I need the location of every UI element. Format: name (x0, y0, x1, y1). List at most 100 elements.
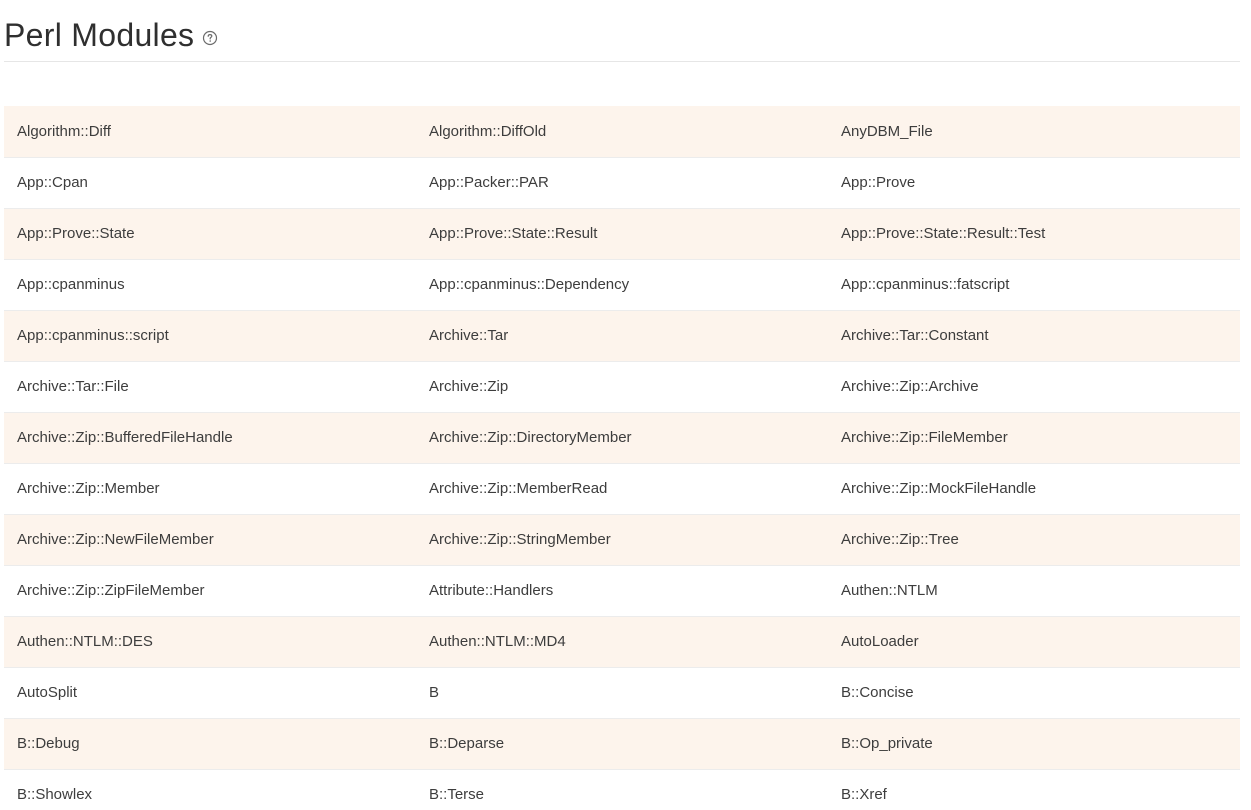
module-link[interactable]: Archive::Zip::Member (17, 480, 160, 497)
module-link[interactable]: Archive::Tar::Constant (841, 327, 989, 344)
table-row: Archive::Zip::NewFileMember Archive::Zip… (4, 514, 1240, 566)
module-cell: B::Xref (828, 769, 1240, 810)
module-cell: Archive::Tar::File (4, 361, 416, 413)
module-cell: Archive::Zip::DirectoryMember (416, 412, 828, 464)
module-link[interactable]: B::Xref (841, 786, 887, 803)
module-cell: Authen::NTLM::DES (4, 616, 416, 668)
table-row: Archive::Zip::Member Archive::Zip::Membe… (4, 463, 1240, 515)
module-cell: B::Debug (4, 718, 416, 770)
module-link[interactable]: App::Prove::State::Result::Test (841, 225, 1045, 242)
module-cell: AutoLoader (828, 616, 1240, 668)
module-cell: B (416, 667, 828, 719)
module-cell: B::Terse (416, 769, 828, 810)
module-link[interactable]: B::Debug (17, 735, 80, 752)
module-link[interactable]: App::cpanminus::fatscript (841, 276, 1009, 293)
header-divider (4, 61, 1240, 62)
module-link[interactable]: AutoLoader (841, 633, 919, 650)
module-cell: App::Prove (828, 157, 1240, 209)
module-cell: Archive::Zip::MockFileHandle (828, 463, 1240, 515)
module-cell: Archive::Zip::NewFileMember (4, 514, 416, 566)
perl-modules-page: Perl Modules Algorithm::Diff Algorithm::… (0, 0, 1251, 810)
module-link[interactable]: B::Op_private (841, 735, 933, 752)
module-cell: Archive::Zip::FileMember (828, 412, 1240, 464)
module-link[interactable]: Authen::NTLM::MD4 (429, 633, 566, 650)
table-row: App::cpanminus App::cpanminus::Dependenc… (4, 259, 1240, 311)
module-cell: Archive::Zip (416, 361, 828, 413)
module-link[interactable]: Archive::Zip::DirectoryMember (429, 429, 632, 446)
module-link[interactable]: App::Prove::State (17, 225, 135, 242)
module-cell: Authen::NTLM (828, 565, 1240, 617)
module-link[interactable]: Archive::Zip::FileMember (841, 429, 1008, 446)
module-cell: Authen::NTLM::MD4 (416, 616, 828, 668)
module-link[interactable]: Archive::Zip::ZipFileMember (17, 582, 205, 599)
module-link[interactable]: Archive::Tar::File (17, 378, 129, 395)
module-cell: App::Prove::State::Result (416, 208, 828, 260)
module-link[interactable]: Archive::Zip::NewFileMember (17, 531, 214, 548)
table-row: App::Prove::State App::Prove::State::Res… (4, 208, 1240, 260)
module-link[interactable]: App::cpanminus::Dependency (429, 276, 629, 293)
module-link[interactable]: App::Cpan (17, 174, 88, 191)
module-link[interactable]: B (429, 684, 439, 701)
module-link[interactable]: App::Packer::PAR (429, 174, 549, 191)
module-cell: Algorithm::DiffOld (416, 106, 828, 158)
module-link[interactable]: Archive::Tar (429, 327, 508, 344)
module-cell: B::Deparse (416, 718, 828, 770)
table-row: Authen::NTLM::DES Authen::NTLM::MD4 Auto… (4, 616, 1240, 668)
module-link[interactable]: Archive::Zip::MockFileHandle (841, 480, 1036, 497)
module-link[interactable]: Attribute::Handlers (429, 582, 553, 599)
module-link[interactable]: Algorithm::DiffOld (429, 123, 546, 140)
module-link[interactable]: Archive::Zip::StringMember (429, 531, 611, 548)
page-header: Perl Modules (4, 14, 218, 56)
module-cell: App::cpanminus::Dependency (416, 259, 828, 311)
module-link[interactable]: Algorithm::Diff (17, 123, 111, 140)
module-cell: Archive::Tar::Constant (828, 310, 1240, 362)
module-link[interactable]: Archive::Zip::Tree (841, 531, 959, 548)
module-cell: App::Prove::State (4, 208, 416, 260)
module-cell: Archive::Tar (416, 310, 828, 362)
module-link[interactable]: B::Deparse (429, 735, 504, 752)
module-link[interactable]: AnyDBM_File (841, 123, 933, 140)
table-row: Archive::Tar::File Archive::Zip Archive:… (4, 361, 1240, 413)
module-cell: Archive::Zip::Tree (828, 514, 1240, 566)
module-link[interactable]: App::Prove::State::Result (429, 225, 597, 242)
module-link[interactable]: Archive::Zip::BufferedFileHandle (17, 429, 233, 446)
module-cell: Archive::Zip::MemberRead (416, 463, 828, 515)
module-cell: Archive::Zip::ZipFileMember (4, 565, 416, 617)
module-cell: Archive::Zip::StringMember (416, 514, 828, 566)
module-cell: App::cpanminus::script (4, 310, 416, 362)
module-link[interactable]: Authen::NTLM::DES (17, 633, 153, 650)
module-link[interactable]: App::cpanminus (17, 276, 125, 293)
module-link[interactable]: Authen::NTLM (841, 582, 938, 599)
module-cell: AutoSplit (4, 667, 416, 719)
module-cell: App::Packer::PAR (416, 157, 828, 209)
module-link[interactable]: B::Concise (841, 684, 914, 701)
module-cell: App::Cpan (4, 157, 416, 209)
module-link[interactable]: App::Prove (841, 174, 915, 191)
module-cell: Archive::Zip::Member (4, 463, 416, 515)
module-cell: App::cpanminus (4, 259, 416, 311)
module-link[interactable]: Archive::Zip::MemberRead (429, 480, 607, 497)
module-link[interactable]: B::Terse (429, 786, 484, 803)
page-title: Perl Modules (4, 17, 195, 53)
module-cell: B::Showlex (4, 769, 416, 810)
question-circle-icon[interactable] (202, 30, 218, 46)
module-link[interactable]: Archive::Zip (429, 378, 508, 395)
table-row: AutoSplit B B::Concise (4, 667, 1240, 719)
module-link[interactable]: App::cpanminus::script (17, 327, 169, 344)
module-cell: Archive::Zip::BufferedFileHandle (4, 412, 416, 464)
table-row: App::Cpan App::Packer::PAR App::Prove (4, 157, 1240, 209)
module-link[interactable]: Archive::Zip::Archive (841, 378, 979, 395)
table-row: Archive::Zip::ZipFileMember Attribute::H… (4, 565, 1240, 617)
module-cell: App::cpanminus::fatscript (828, 259, 1240, 311)
module-cell: B::Concise (828, 667, 1240, 719)
module-cell: Algorithm::Diff (4, 106, 416, 158)
module-cell: AnyDBM_File (828, 106, 1240, 158)
table-row: Archive::Zip::BufferedFileHandle Archive… (4, 412, 1240, 464)
table-row: Algorithm::Diff Algorithm::DiffOld AnyDB… (4, 106, 1240, 158)
table-row: B::Showlex B::Terse B::Xref (4, 769, 1240, 810)
module-cell: Archive::Zip::Archive (828, 361, 1240, 413)
module-cell: Attribute::Handlers (416, 565, 828, 617)
module-link[interactable]: B::Showlex (17, 786, 92, 803)
module-link[interactable]: AutoSplit (17, 684, 77, 701)
module-cell: App::Prove::State::Result::Test (828, 208, 1240, 260)
